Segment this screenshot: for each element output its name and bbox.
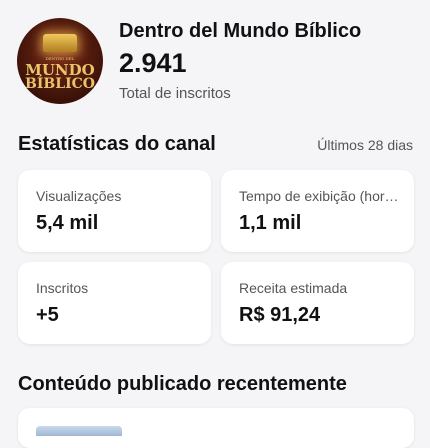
- stat-label: Visualizações: [36, 188, 122, 204]
- stat-card-views[interactable]: Visualizações 5,4 mil: [18, 170, 211, 252]
- avatar-logo-text-1: MUNDO: [25, 61, 95, 79]
- stat-value: 1,1 mil: [239, 212, 302, 234]
- channel-header: DENTRO DEL MUNDO BÍBLICO Dentro del Mund…: [0, 0, 430, 120]
- stat-value: R$ 91,24: [239, 304, 321, 326]
- video-thumbnail[interactable]: [36, 426, 122, 436]
- open-book-icon: [43, 34, 77, 52]
- stat-label: Receita estimada: [239, 280, 348, 296]
- recent-content-card[interactable]: [18, 408, 414, 448]
- stat-label: Inscritos: [36, 280, 89, 296]
- avatar-logo-text-2: BÍBLICO: [25, 76, 95, 92]
- stat-card-watch-time[interactable]: Tempo de exibição (hor… 1,1 mil: [221, 170, 414, 252]
- stat-value: +5: [36, 304, 59, 326]
- stat-card-revenue[interactable]: Receita estimada R$ 91,24: [221, 262, 414, 344]
- period-selector[interactable]: Últimos 28 dias: [317, 137, 413, 153]
- stat-value: 5,4 mil: [36, 212, 99, 234]
- subscriber-count-label: Total de inscritos: [119, 85, 231, 102]
- recent-content-title: Conteúdo publicado recentemente: [18, 373, 347, 395]
- channel-avatar[interactable]: DENTRO DEL MUNDO BÍBLICO: [17, 18, 103, 104]
- stat-label: Tempo de exibição (hor…: [239, 188, 399, 204]
- channel-name: Dentro del Mundo Bíblico: [119, 20, 362, 42]
- channel-stats-title: Estatísticas do canal: [18, 133, 216, 155]
- subscriber-count: 2.941: [119, 48, 187, 78]
- stat-card-subscribers[interactable]: Inscritos +5: [18, 262, 211, 344]
